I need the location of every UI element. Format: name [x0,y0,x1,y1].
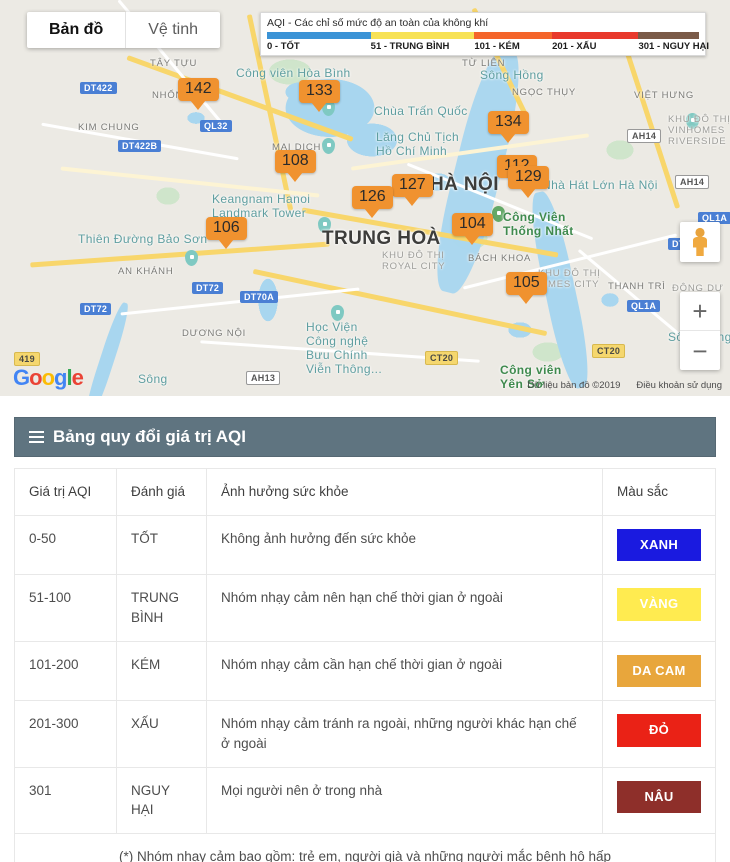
color-swatch-badge: ĐỎ [617,714,701,748]
cell-health-effect: Nhóm nhạy cảm tránh ra ngoài, những ngườ… [206,700,603,768]
cell-health-effect: Không ảnh hưởng đến sức khỏe [206,514,603,576]
road-shield: DT72 [192,282,224,294]
aqi-table-footnote: (*) Nhóm nhạy cảm bao gồm: trẻ em, người… [14,833,716,862]
road-shield: AH14 [675,175,710,189]
column-header-color: Màu sắc [602,468,716,516]
cell-aqi-range: 101-200 [14,640,117,702]
map-data-copyright: Dữ liệu bản đồ ©2019 [527,380,621,391]
aqi-marker[interactable]: 104 [452,213,493,236]
google-logo: Google [13,365,84,390]
road-shield: AH13 [246,371,281,385]
cell-aqi-range: 51-100 [14,574,117,642]
cell-aqi-range: 0-50 [14,514,117,576]
cell-rating: NGUY HẠI [116,766,207,834]
map-container[interactable]: TÂY TỰU KIM CHUNG NHỔN MAI DỊCH AN KHÁNH DƯƠN… [0,0,730,396]
aqi-marker[interactable]: 134 [488,111,529,134]
color-swatch-badge: DA CAM [617,654,701,688]
cell-health-effect: Nhóm nhạy cảm cần hạn chế thời gian ở ng… [206,640,603,702]
cell-color: VÀNG [602,574,716,642]
color-swatch-badge: VÀNG [617,588,701,622]
zoom-in-button[interactable]: + [680,292,720,331]
road-shield: QL32 [200,120,232,132]
road-shield: AH14 [627,129,662,143]
cell-health-effect: Mọi người nên ở trong nhà [206,766,603,834]
aqi-table-title: Bảng quy đổi giá trị AQI [53,427,246,446]
legend-segment-1 [370,32,475,39]
pegman-icon [693,227,707,256]
aqi-marker[interactable]: 127 [392,174,433,197]
color-swatch-badge: NÂU [617,780,701,814]
legend-segment-2 [474,32,553,39]
road-shield: DT422 [80,82,117,94]
aqi-marker[interactable]: 129 [508,166,549,189]
aqi-marker[interactable]: 126 [352,186,393,209]
aqi-legend-labels: 0 - TỐT 51 - TRUNG BÌNH 101 - KÉM 201 - XẤU… [267,41,710,52]
cell-rating: TRUNG BÌNH [116,574,207,642]
road-shield: QL1A [627,300,661,312]
map-zoom-control[interactable]: + − [680,292,720,370]
road-shield: DT70A [240,291,279,303]
aqi-marker[interactable]: 108 [275,150,316,173]
page-root: TÂY TỰU KIM CHUNG NHỔN MAI DỊCH AN KHÁNH DƯƠN… [0,0,730,862]
legend-segment-label-4: 301 - NGUY HẠI [638,41,710,52]
road-shield: DT72 [80,303,112,315]
aqi-marker[interactable]: 133 [299,80,340,103]
legend-segment-0 [267,32,371,39]
cell-rating: XẤU [116,700,207,768]
map-type-control[interactable]: Bản đồ Vệ tinh [27,12,221,48]
map-attribution: Dữ liệu bản đồ ©2019 Điều khoản sử dụng [527,380,722,391]
road-shield: CT20 [425,351,459,365]
aqi-marker[interactable]: 105 [506,272,547,295]
color-swatch-badge: XANH [617,528,701,562]
cell-color: ĐỎ [602,700,716,768]
column-header-rating: Đánh giá [116,468,207,516]
cell-color: XANH [602,514,716,576]
cell-aqi-range: 301 [14,766,117,834]
column-header-health-effect: Ảnh hưởng sức khỏe [206,468,603,516]
aqi-conversion-table: Giá trị AQI Đánh giá Ảnh hưởng sức khỏe … [14,468,716,834]
legend-segment-3 [552,32,639,39]
aqi-marker[interactable]: 142 [178,78,219,101]
cell-health-effect: Nhóm nhạy cảm nên hạn chế thời gian ở ng… [206,574,603,642]
aqi-legend-title: AQI - Các chỉ số mức độ an toàn của khôn… [267,17,489,29]
zoom-out-button[interactable]: − [680,331,720,370]
table-row: 101-200 KÉM Nhóm nhạy cảm cần hạn chế thời… [14,640,716,702]
cell-rating: KÉM [116,640,207,702]
aqi-marker[interactable]: 106 [206,217,247,240]
cell-rating: TỐT [116,514,207,576]
legend-segment-label-2: 101 - KÉM [474,41,520,52]
table-row: 0-50 TỐT Không ảnh hưởng đến sức khỏe XANH [14,514,716,576]
street-view-pegman-button[interactable] [680,222,720,262]
aqi-table-card: Bảng quy đổi giá trị AQI Giá trị AQI Đán… [14,417,716,862]
cell-aqi-range: 201-300 [14,700,117,768]
map-type-roadmap-button[interactable]: Bản đồ [27,12,127,48]
hamburger-icon [29,431,44,443]
table-row: 301 NGUY HẠI Mọi người nên ở trong nhà NÂU [14,766,716,834]
table-row: 51-100 TRUNG BÌNH Nhóm nhạy cảm nên hạn ch… [14,574,716,642]
map-type-satellite-button[interactable]: Vệ tinh [126,12,220,48]
table-header-row: Giá trị AQI Đánh giá Ảnh hưởng sức khỏe … [14,468,716,516]
table-row: 201-300 XẤU Nhóm nhạy cảm tránh ra ngoài, … [14,700,716,768]
cell-color: NÂU [602,766,716,834]
aqi-legend: AQI - Các chỉ số mức độ an toàn của khôn… [260,12,710,56]
road-shield: DT422B [118,140,162,152]
legend-segment-label-0: 0 - TỐT [267,41,300,52]
column-header-aqi-value: Giá trị AQI [14,468,117,516]
legend-segment-label-3: 201 - XẤU [552,41,597,52]
aqi-table-header: Bảng quy đổi giá trị AQI [14,417,716,457]
road-shield: 419 [14,352,40,366]
legend-segment-4 [638,32,699,39]
road-shield: CT20 [592,344,626,358]
terms-of-use-link[interactable]: Điều khoản sử dụng [636,380,722,391]
aqi-legend-colorbar [267,32,699,39]
cell-color: DA CAM [602,640,716,702]
legend-segment-label-1: 51 - TRUNG BÌNH [370,41,450,52]
